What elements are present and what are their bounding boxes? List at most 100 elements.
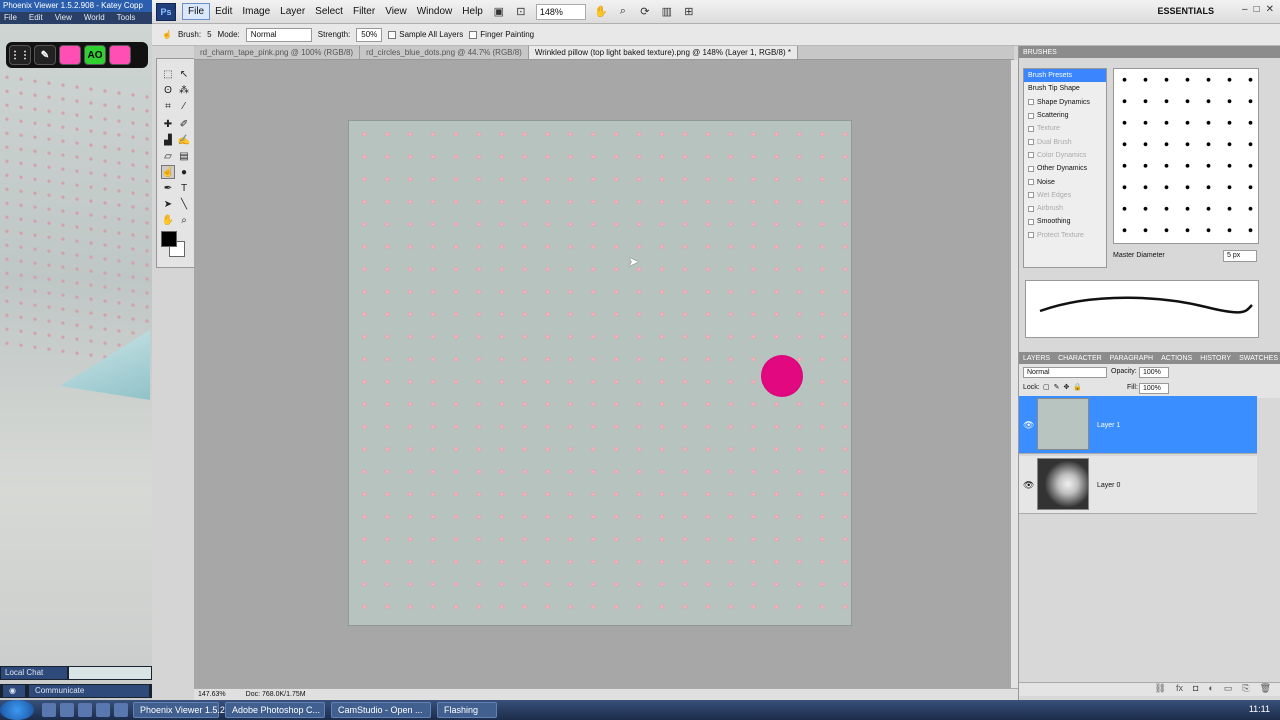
phoenix-menu-file[interactable]: File (4, 13, 17, 23)
extras-icon[interactable]: ⊞ (681, 5, 697, 19)
dual-brush-item[interactable]: Dual Brush (1024, 135, 1106, 148)
checkbox[interactable] (1028, 232, 1034, 239)
magic-wand-icon[interactable]: ⁂ (177, 83, 191, 97)
brush-tip-shape-item[interactable]: Brush Tip Shape (1024, 82, 1106, 95)
noise-item[interactable]: Noise (1024, 175, 1106, 188)
move-icon[interactable]: ↖ (177, 67, 191, 81)
task-phoenix[interactable]: Phoenix Viewer 1.5.2... (133, 702, 232, 718)
lasso-icon[interactable]: ʘ (161, 83, 175, 97)
group-icon[interactable]: ▭ (1224, 683, 1233, 696)
task-photoshop[interactable]: Adobe Photoshop C... (225, 702, 325, 718)
close-icon[interactable]: ✕ (1266, 4, 1274, 15)
brush-presets-item[interactable]: Brush Presets (1024, 69, 1106, 83)
chat-input[interactable] (69, 667, 151, 679)
doc-tab-charm-tape[interactable]: rd_charm_tape_pink.png @ 100% (RGB/8) (194, 46, 361, 59)
task-camstudio[interactable]: CamStudio - Open ... (331, 702, 431, 718)
canvas-area[interactable] (194, 60, 1010, 688)
crop-icon[interactable]: ⌗ (161, 99, 175, 113)
sample-all-layers-checkbox[interactable]: Sample All Layers (388, 30, 463, 39)
task-flashing[interactable]: Flashing (437, 702, 497, 718)
path-select-icon[interactable]: ➤ (161, 197, 175, 211)
smudge-tool-icon[interactable]: ☝ (162, 30, 172, 39)
quicklaunch-icon[interactable] (96, 703, 110, 717)
checkbox[interactable] (1028, 139, 1034, 146)
history-brush-icon[interactable]: ✍ (177, 133, 191, 147)
trash-icon[interactable]: 🗑 (1260, 683, 1271, 696)
brush-icon[interactable]: ✐ (177, 117, 191, 131)
shape-dynamics-item[interactable]: Shape Dynamics (1024, 96, 1106, 109)
finger-painting-checkbox[interactable]: Finger Painting (469, 30, 534, 39)
airbrush-item[interactable]: Airbrush (1024, 202, 1106, 215)
smoothing-item[interactable]: Smoothing (1024, 215, 1106, 228)
zoom-select[interactable]: 148% (535, 3, 586, 20)
zoom-tool-icon[interactable]: ⌕ (177, 213, 191, 227)
checkbox[interactable] (1028, 112, 1034, 119)
restore-icon[interactable]: □ (1254, 4, 1260, 15)
foreground-color-swatch[interactable] (161, 231, 177, 247)
quicklaunch-icon[interactable] (42, 703, 56, 717)
document-canvas[interactable] (348, 120, 852, 626)
tab-history[interactable]: HISTORY (1200, 355, 1231, 362)
tab-actions[interactable]: ACTIONS (1161, 355, 1192, 362)
checkbox[interactable] (1028, 179, 1034, 186)
zoom-icon[interactable]: ⌕ (615, 5, 631, 19)
checkbox[interactable] (1028, 192, 1034, 199)
local-chat-button[interactable]: Local Chat (1, 667, 67, 679)
pen-icon[interactable]: ✒ (161, 181, 175, 195)
checkbox[interactable] (1028, 165, 1034, 172)
screen-mode-icon[interactable]: ⊡ (513, 5, 529, 19)
start-button[interactable] (0, 700, 34, 720)
adjustment-icon[interactable]: ◐ (1208, 683, 1213, 696)
bridge-icon[interactable]: ▣ (491, 5, 507, 19)
workspace-essentials[interactable]: ESSENTIALS (1157, 6, 1214, 16)
color-dynamics-item[interactable]: Color Dynamics (1024, 149, 1106, 162)
eyedropper-icon[interactable]: ⁄ (177, 99, 191, 113)
visibility-eye-icon[interactable]: 👁 (1023, 480, 1034, 491)
ao-button[interactable]: AO (84, 45, 106, 65)
pink-square-icon[interactable] (59, 45, 81, 65)
checkbox[interactable] (1028, 205, 1034, 212)
doc-tab-circles-blue[interactable]: rd_circles_blue_dots.png @ 44.7% (RGB/8) (360, 46, 529, 59)
master-diameter-input[interactable]: 5 px (1223, 250, 1257, 262)
lock-icons[interactable]: ▢✎✥🔒 (1043, 383, 1086, 391)
phoenix-menu-edit[interactable]: Edit (29, 13, 43, 23)
menu-help[interactable]: Help (457, 4, 488, 19)
fill-input[interactable]: 100% (1139, 383, 1169, 394)
checkbox[interactable] (1028, 218, 1034, 225)
tab-swatches[interactable]: SWATCHES (1239, 355, 1278, 362)
menu-filter[interactable]: Filter (348, 4, 380, 19)
brushes-tab[interactable]: BRUSHES (1023, 49, 1057, 56)
visibility-eye-icon[interactable]: 👁 (1023, 420, 1034, 431)
healing-icon[interactable]: ✚ (161, 117, 175, 131)
phoenix-menu-view[interactable]: View (55, 13, 72, 23)
blend-mode-select[interactable]: Normal (1023, 367, 1107, 378)
mask-icon[interactable]: ◘ (1193, 683, 1198, 696)
brush-size[interactable]: 5 (207, 30, 211, 39)
other-dynamics-item[interactable]: Other Dynamics (1024, 162, 1106, 175)
doc-tab-wrinkled-pillow[interactable]: Wrinkled pillow (top light baked texture… (528, 46, 798, 59)
strength-input[interactable]: 50% (356, 27, 383, 42)
rotate-view-icon[interactable]: ⟳ (637, 5, 653, 19)
wet-edges-item[interactable]: Wet Edges (1024, 189, 1106, 202)
type-icon[interactable]: T (177, 181, 191, 195)
hand-tool-icon[interactable]: ✋ (161, 213, 175, 227)
hand-icon[interactable]: ✋ (593, 5, 609, 19)
opacity-input[interactable]: 100% (1139, 367, 1169, 378)
fx-icon[interactable]: fx (1176, 683, 1183, 696)
minimize-icon[interactable]: – (1242, 4, 1248, 15)
tab-character[interactable]: CHARACTER (1058, 355, 1102, 362)
menu-view[interactable]: View (380, 4, 412, 19)
menu-edit[interactable]: Edit (210, 4, 237, 19)
arrange-icon[interactable]: ▥ (659, 5, 675, 19)
line-icon[interactable]: ╲ (177, 197, 191, 211)
communicate-button[interactable]: Communicate (29, 685, 149, 697)
eye-icon[interactable]: ◉ (3, 685, 25, 697)
phoenix-menu-tools[interactable]: Tools (117, 13, 136, 23)
quicklaunch-icon[interactable] (78, 703, 92, 717)
phoenix-menu-world[interactable]: World (84, 13, 105, 23)
layer-row[interactable]: 👁 Layer 1 (1019, 396, 1257, 454)
pink-frame-icon[interactable] (109, 45, 131, 65)
dodge-icon[interactable]: ● (177, 165, 191, 179)
grid-icon[interactable]: ⋮⋮ (9, 45, 31, 65)
brush-preset-grid[interactable] (1113, 68, 1259, 244)
